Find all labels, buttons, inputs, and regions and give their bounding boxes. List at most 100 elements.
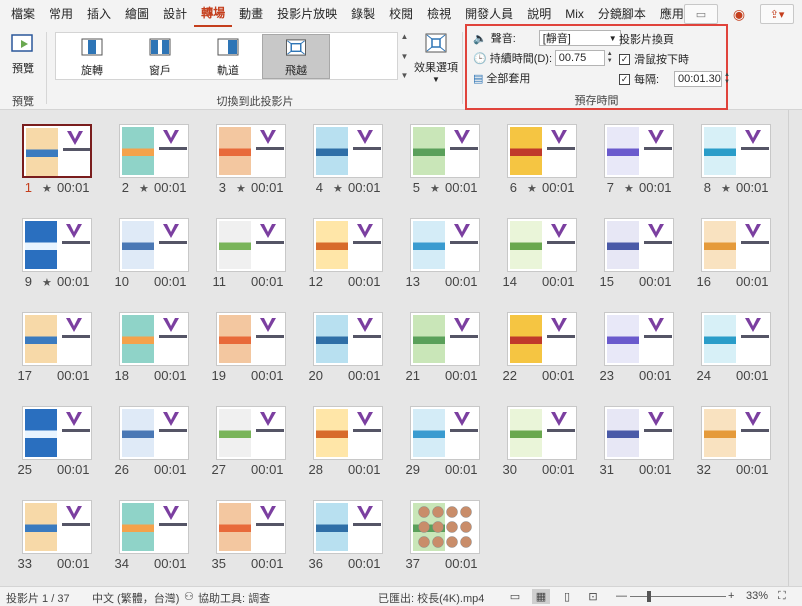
slide-thumbnail[interactable] xyxy=(410,218,480,272)
slide-thumbnail[interactable] xyxy=(22,312,92,366)
scroll-up-icon[interactable]: ▲ xyxy=(401,32,409,41)
transition-star-icon[interactable]: ★ xyxy=(42,182,52,195)
slide-thumbnail[interactable] xyxy=(119,218,189,272)
slide-thumbnail[interactable] xyxy=(313,500,383,554)
menu-tab[interactable]: 動畫 xyxy=(232,0,270,28)
slide-thumbnail[interactable] xyxy=(313,218,383,272)
menu-tab[interactable]: 校閱 xyxy=(382,0,420,28)
accessibility-status[interactable]: 協助工具: 調查 xyxy=(198,590,270,606)
slide-sorter-view-icon[interactable]: ▦ xyxy=(532,589,550,604)
menu-tab[interactable]: 常用 xyxy=(42,0,80,28)
transition-star-icon[interactable]: ★ xyxy=(721,182,731,195)
slide-thumbnail[interactable] xyxy=(701,312,771,366)
zoom-out-icon[interactable]: — xyxy=(616,590,627,602)
slide-thumbnail[interactable] xyxy=(216,312,286,366)
school-logo-icon xyxy=(454,224,470,238)
zoom-level[interactable]: 33% xyxy=(746,590,768,602)
slide-thumbnail[interactable] xyxy=(507,218,577,272)
slide-thumbnail[interactable] xyxy=(507,124,577,178)
slide-poster-art xyxy=(122,409,154,457)
transition-star-icon[interactable]: ★ xyxy=(333,182,343,195)
after-checkbox[interactable]: ✓ xyxy=(619,73,630,85)
transition-star-icon[interactable]: ★ xyxy=(139,182,149,195)
slide-poster-art xyxy=(219,409,251,457)
transition-star-icon[interactable]: ★ xyxy=(42,276,52,289)
slide-counter[interactable]: 投影片 1 / 37 xyxy=(6,590,70,606)
transition-window[interactable]: 窗戶 xyxy=(126,34,194,79)
slide-thumbnail[interactable] xyxy=(216,500,286,554)
record-icon[interactable]: ◉ xyxy=(728,4,750,24)
transition-orbit[interactable]: 軌道 xyxy=(194,34,262,79)
transition-rotate[interactable]: 旋轉 xyxy=(58,34,126,79)
zoom-slider[interactable] xyxy=(630,591,726,602)
slide-thumbnail[interactable] xyxy=(22,406,92,460)
slide-thumbnail[interactable] xyxy=(507,312,577,366)
gallery-more-icon[interactable]: ▼ xyxy=(401,71,409,80)
transition-star-icon[interactable]: ★ xyxy=(430,182,440,195)
slide-thumbnail[interactable] xyxy=(604,406,674,460)
slide-caption-bar xyxy=(256,335,284,338)
slide-thumbnail[interactable] xyxy=(216,406,286,460)
transition-star-icon[interactable]: ★ xyxy=(624,182,634,195)
slide-thumbnail[interactable] xyxy=(119,500,189,554)
duration-spinner[interactable]: ▲ ▼ xyxy=(607,51,613,65)
normal-view-icon[interactable]: ▭ xyxy=(506,589,524,604)
slide-thumbnail[interactable] xyxy=(22,500,92,554)
sound-dropdown[interactable]: [靜音] ▼ xyxy=(538,30,621,46)
after-spinner[interactable]: ▲ ▼ xyxy=(724,72,730,86)
slide-thumbnail[interactable] xyxy=(701,124,771,178)
slide-thumbnail[interactable] xyxy=(313,312,383,366)
slide-timing: 00:01 xyxy=(154,556,187,571)
menu-tab[interactable]: 檢視 xyxy=(420,0,458,28)
menu-tab[interactable]: 插入 xyxy=(80,0,118,28)
slideshow-view-icon[interactable]: ⊡ xyxy=(584,589,602,604)
comments-icon[interactable]: ▭ xyxy=(684,4,718,24)
slide-thumbnail[interactable] xyxy=(119,312,189,366)
on-click-checkbox[interactable]: ✓ xyxy=(619,53,630,65)
slide-thumbnail[interactable] xyxy=(507,406,577,460)
menu-tab[interactable]: 設計 xyxy=(156,0,194,28)
after-input[interactable]: 00:01.30 xyxy=(674,71,722,87)
slide-thumbnail[interactable] xyxy=(313,124,383,178)
slide-thumbnail[interactable] xyxy=(410,124,480,178)
slide-thumbnail[interactable] xyxy=(119,124,189,178)
effect-options-button[interactable]: 效果選項 ▼ xyxy=(414,32,458,92)
zoom-slider-thumb[interactable] xyxy=(647,591,651,602)
school-logo-icon xyxy=(357,224,373,238)
slide-thumbnail[interactable] xyxy=(410,500,480,554)
menu-tab[interactable]: 繪圖 xyxy=(118,0,156,28)
share-icon[interactable]: ⇪▾ xyxy=(760,4,794,24)
slide-thumbnail[interactable] xyxy=(216,218,286,272)
slide-thumbnail[interactable] xyxy=(410,406,480,460)
slide-thumbnail[interactable] xyxy=(701,218,771,272)
duration-input[interactable]: 00.75 xyxy=(554,50,605,66)
menu-tab[interactable]: 檔案 xyxy=(4,0,42,28)
menu-tab[interactable]: 投影片放映 xyxy=(270,0,344,28)
transition-star-icon[interactable]: ★ xyxy=(527,182,537,195)
transition-fly-through[interactable]: 飛越 xyxy=(262,34,330,79)
slide-thumbnail[interactable] xyxy=(604,218,674,272)
apply-all-row[interactable]: ▤ 全部套用 xyxy=(473,70,530,86)
menu-tab[interactable]: 錄製 xyxy=(344,0,382,28)
slide-thumbnail[interactable] xyxy=(701,406,771,460)
slide-thumbnail[interactable] xyxy=(313,406,383,460)
slide-thumbnail[interactable] xyxy=(22,218,92,272)
fit-window-icon[interactable]: ⛶ xyxy=(778,590,786,603)
slide-thumbnail[interactable] xyxy=(604,124,674,178)
slide-thumbnail[interactable] xyxy=(22,124,92,178)
slide-thumbnail[interactable] xyxy=(216,124,286,178)
menu-tab[interactable]: 轉場 xyxy=(194,1,233,27)
on-click-row: ✓ 滑鼠按下時 xyxy=(619,51,689,67)
slide-thumbnail[interactable] xyxy=(119,406,189,460)
slide-thumbnail[interactable] xyxy=(604,312,674,366)
language-status[interactable]: 中文 (繁體，台灣) xyxy=(92,590,179,606)
preview-button[interactable]: 預覽 xyxy=(6,32,40,76)
slide-timing: 00:01 xyxy=(542,274,575,289)
scroll-down-icon[interactable]: ▼ xyxy=(401,52,409,61)
slide-thumbnail[interactable] xyxy=(410,312,480,366)
zoom-in-icon[interactable]: + xyxy=(728,590,734,602)
vertical-scrollbar[interactable] xyxy=(788,110,802,586)
reading-view-icon[interactable]: ▯ xyxy=(558,589,576,604)
transition-star-icon[interactable]: ★ xyxy=(236,182,246,195)
slide-number: 31 xyxy=(599,462,614,477)
